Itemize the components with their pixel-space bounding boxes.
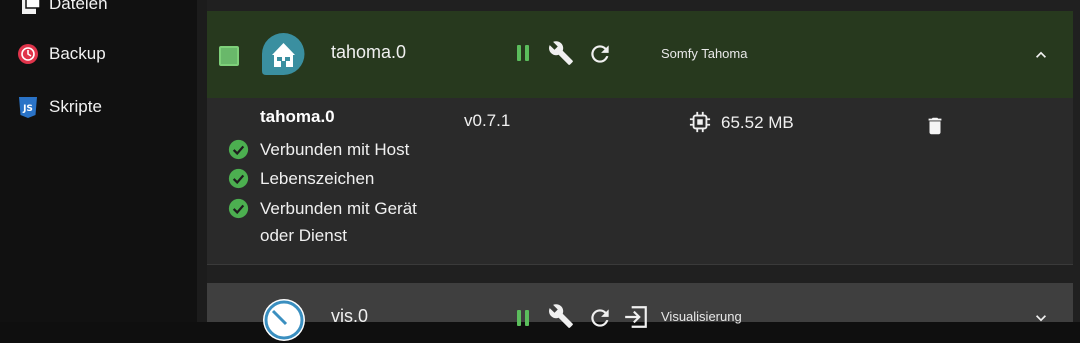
pause-button[interactable] [511, 305, 537, 331]
sidebar: Dateien Backup JS Skripte [0, 0, 197, 322]
status-item: Lebenszeichen [228, 168, 374, 192]
pause-button[interactable] [511, 40, 537, 66]
memory-chip-icon [689, 111, 711, 133]
delete-trash-icon[interactable] [924, 115, 946, 137]
chevron-down-icon[interactable] [1031, 308, 1051, 328]
check-circle-icon [228, 168, 249, 189]
adapter-instance-name: tahoma.0 [331, 42, 407, 62]
open-link-icon[interactable] [623, 304, 649, 330]
check-circle-icon [228, 139, 249, 160]
check-circle-icon [228, 198, 249, 219]
restart-icon[interactable] [587, 41, 613, 67]
adapter-memory: 65.52 MB [721, 113, 794, 132]
settings-wrench-icon[interactable] [548, 303, 574, 329]
status-item: Verbunden mit Gerät oder Dienst [228, 198, 440, 249]
sidebar-item-dateien[interactable]: Dateien [0, 0, 197, 24]
status-label: Lebenszeichen [260, 169, 375, 188]
sidebar-item-label: Backup [49, 44, 106, 63]
adapter-instance-name: vis.0 [331, 306, 369, 326]
status-label: Verbunden mit Gerät oder Dienst [260, 199, 417, 245]
status-label: Verbunden mit Host [260, 140, 410, 159]
divider [197, 0, 207, 322]
vis-logo-icon [263, 299, 305, 341]
sidebar-item-skripte[interactable]: JS Skripte [0, 87, 197, 127]
svg-text:JS: JS [22, 104, 33, 114]
adapter-version: v0.7.1 [464, 111, 511, 130]
detail-instance-name: tahoma.0 [260, 107, 335, 126]
file-icon [22, 0, 41, 14]
tahoma-logo-icon [262, 33, 305, 75]
javascript-icon: JS [19, 97, 37, 118]
restart-icon[interactable] [587, 305, 613, 331]
backup-icon [18, 44, 38, 64]
sidebar-item-label: Dateien [49, 0, 108, 13]
sidebar-item-backup[interactable]: Backup [0, 34, 197, 74]
sidebar-item-label: Skripte [49, 97, 102, 116]
chevron-up-icon[interactable] [1031, 45, 1051, 65]
pause-icon [517, 310, 521, 326]
status-item: Verbunden mit Host [228, 139, 409, 163]
adapter-title: Somfy Tahoma [661, 46, 748, 61]
settings-wrench-icon[interactable] [548, 40, 574, 66]
pause-icon [517, 45, 521, 61]
adapter-select-checkbox[interactable] [219, 46, 239, 66]
